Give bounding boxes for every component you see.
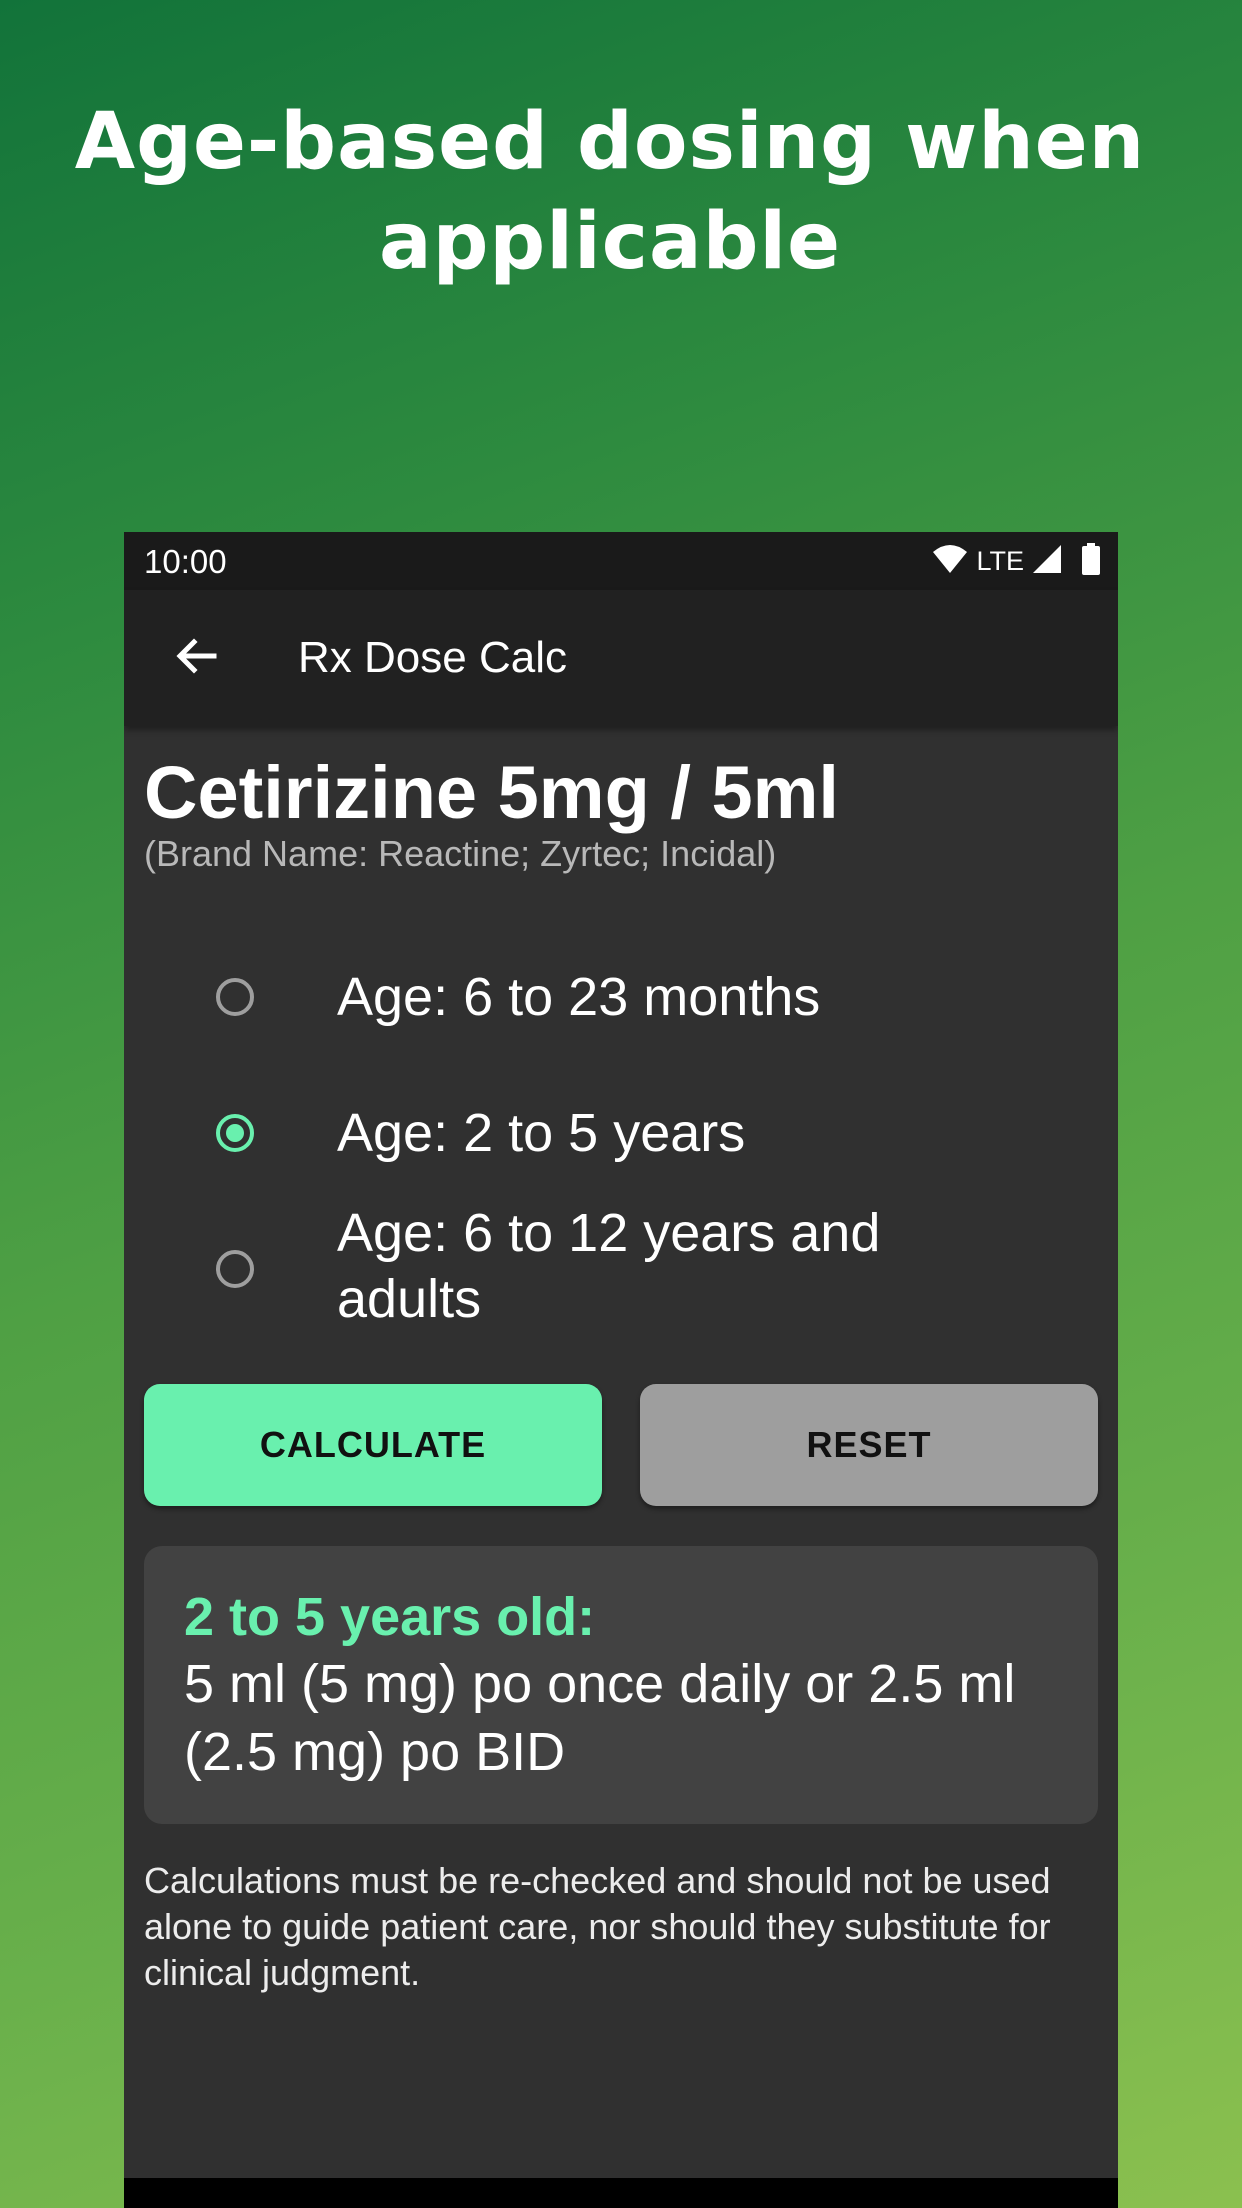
wifi-icon xyxy=(932,544,968,578)
promo-headline-line2: applicable xyxy=(378,197,842,287)
status-time: 10:00 xyxy=(144,543,227,580)
age-option-label: Age: 6 to 23 months xyxy=(337,967,821,1027)
network-type: LTE xyxy=(976,546,1024,576)
disclaimer-text: Calculations must be re-checked and shou… xyxy=(144,1860,1051,1993)
age-option-2-to-5-years[interactable]: Age: 2 to 5 years xyxy=(124,1088,1118,1178)
brand-names: (Brand Name: Reactine; Zyrtec; Incidal) xyxy=(144,833,777,874)
radio-button-checked[interactable] xyxy=(216,1114,254,1152)
promo-headline: Age-based dosing when applicable xyxy=(60,92,1160,292)
back-button[interactable] xyxy=(164,626,228,690)
age-option-label: Age: 2 to 5 years xyxy=(337,1103,746,1163)
app-bar: Rx Dose Calc xyxy=(124,590,1118,726)
radio-button-unchecked[interactable] xyxy=(216,978,254,1016)
age-option-6-to-23-months[interactable]: Age: 6 to 23 months xyxy=(124,952,1118,1042)
battery-icon xyxy=(1082,543,1100,579)
promo-headline-line1: Age-based dosing when xyxy=(74,97,1146,187)
radio-button-unchecked[interactable] xyxy=(216,1250,254,1288)
drug-title: Cetirizine 5mg / 5ml xyxy=(144,751,839,834)
result-card: 2 to 5 years old: 5 ml (5 mg) po once da… xyxy=(144,1546,1098,1824)
app-title: Rx Dose Calc xyxy=(298,633,567,682)
age-option-label: Age: 6 to 12 years and adults xyxy=(337,1203,881,1329)
result-dosage-text: 5 ml (5 mg) po once daily or 2.5 ml (2.5… xyxy=(184,1654,1016,1782)
result-heading: 2 to 5 years old: xyxy=(184,1587,596,1647)
navigation-bar xyxy=(124,2178,1118,2208)
phone-screen: 10:00 LTE Rx Dose Calc Cetirizine 5mg / … xyxy=(124,532,1118,2208)
signal-icon xyxy=(1032,544,1062,578)
age-option-6-to-12-years-and-adults[interactable]: Age: 6 to 12 years and adults xyxy=(124,1194,1118,1344)
status-bar: 10:00 LTE xyxy=(124,532,1118,590)
calculate-button[interactable]: CALCULATE xyxy=(144,1384,602,1506)
status-icons: LTE xyxy=(932,543,1100,579)
reset-button[interactable]: RESET xyxy=(640,1384,1098,1506)
arrow-back-icon xyxy=(174,634,218,682)
